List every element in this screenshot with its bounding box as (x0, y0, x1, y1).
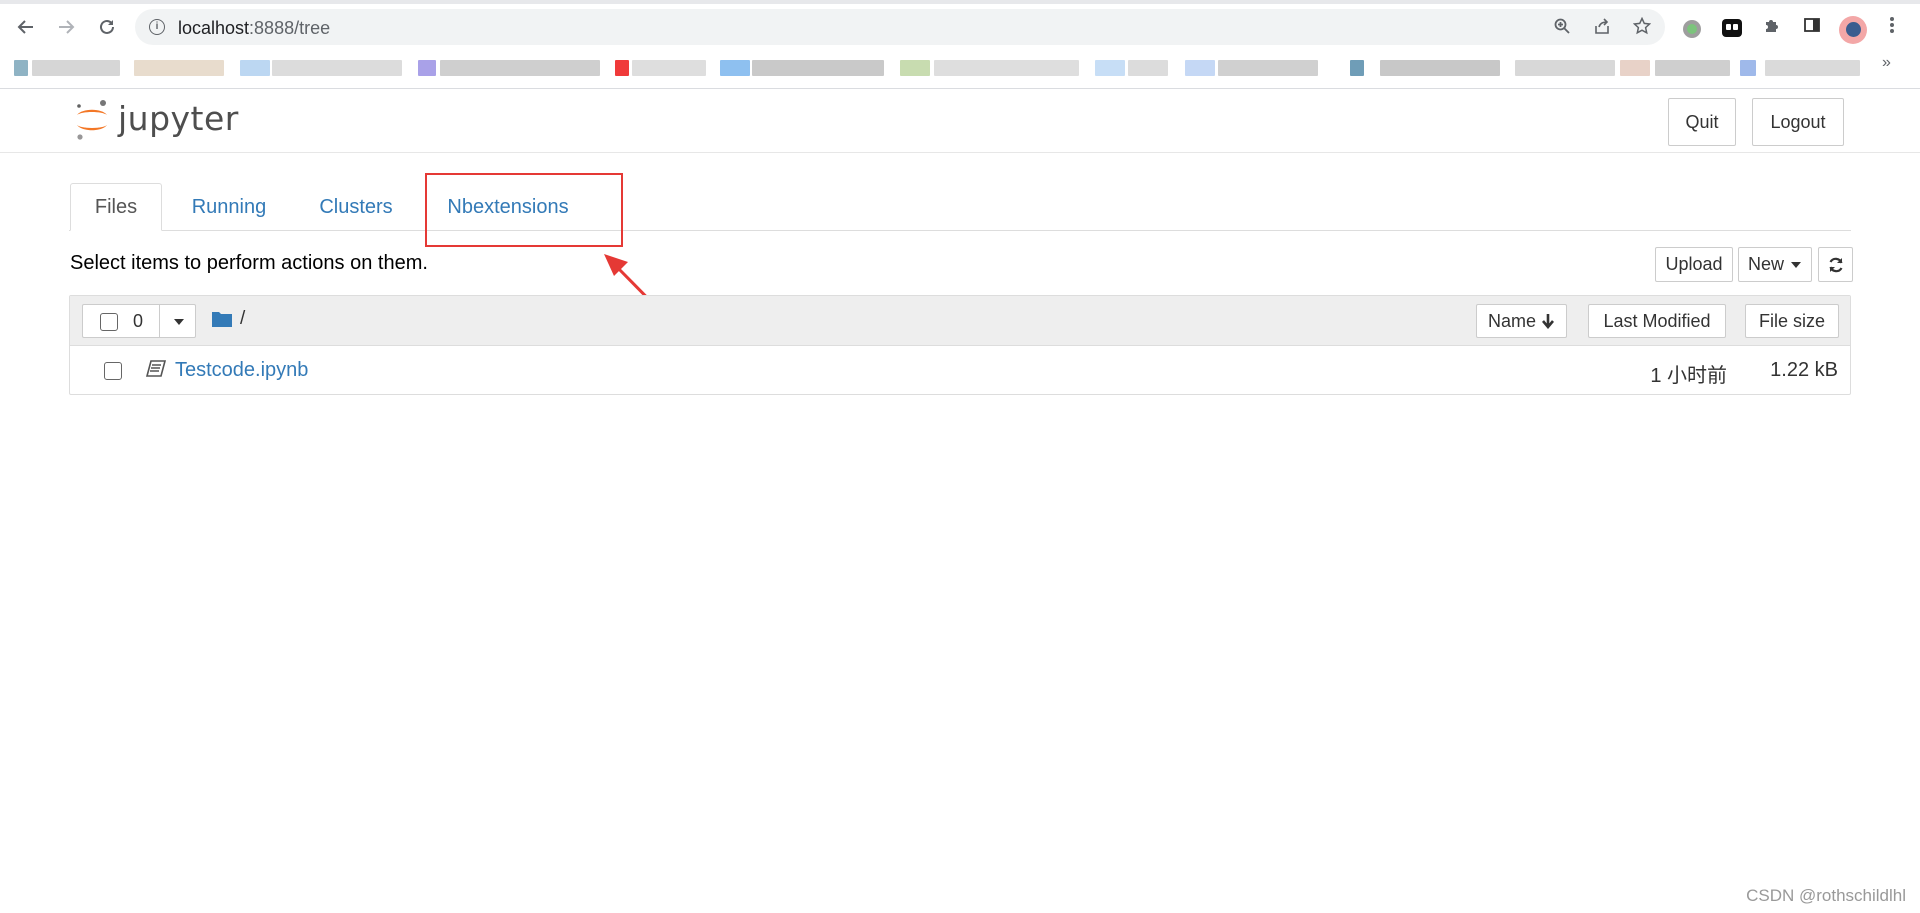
jupyter-logo-icon (77, 100, 107, 140)
arrow-right-icon (59, 20, 75, 34)
bookmark-favicon[interactable] (418, 60, 436, 76)
back-button[interactable] (12, 13, 40, 41)
bookmark-item[interactable] (134, 60, 224, 76)
jupyter-header: jupyter Quit Logout (0, 89, 1920, 153)
quit-button[interactable]: Quit (1668, 98, 1736, 146)
annotation-highlight-box (425, 173, 623, 247)
notebook-icon (145, 360, 167, 383)
bookmark-favicon[interactable] (1095, 60, 1125, 76)
bookmark-item[interactable] (440, 60, 600, 76)
bookmark-item[interactable] (1380, 60, 1500, 76)
bookmark-item[interactable] (632, 60, 706, 76)
bookmark-favicon[interactable] (240, 60, 270, 76)
select-all-checkbox[interactable] (100, 313, 118, 331)
share-icon[interactable] (1591, 17, 1613, 39)
bookmark-favicon[interactable] (1185, 60, 1215, 76)
bookmark-item[interactable] (752, 60, 884, 76)
sort-last-modified-button[interactable]: Last Modified (1588, 304, 1726, 338)
bookmark-item[interactable] (1515, 60, 1615, 76)
jupyter-logo[interactable]: jupyter (74, 97, 239, 143)
bookmark-item[interactable] (1765, 60, 1860, 76)
refresh-button[interactable] (1818, 247, 1853, 282)
side-panel-icon[interactable] (1800, 16, 1824, 40)
select-menu-button[interactable] (160, 305, 197, 338)
file-list-header: 0 / Name Last Modified File size (70, 296, 1850, 346)
arrow-left-icon (17, 20, 33, 34)
bookmark-favicon[interactable] (14, 60, 28, 76)
tab-clusters[interactable]: Clusters (300, 183, 412, 231)
bookmark-item[interactable] (1218, 60, 1318, 76)
upload-button[interactable]: Upload (1655, 247, 1733, 282)
bookmark-item[interactable] (1128, 60, 1168, 76)
zoom-icon[interactable] (1551, 17, 1573, 39)
bookmark-favicon[interactable] (615, 60, 629, 76)
column-name-label: Name (1487, 310, 1536, 331)
sort-name-button[interactable]: Name (1476, 304, 1567, 338)
arrow-down-icon (1542, 314, 1554, 329)
browser-menu-icon[interactable] (1880, 16, 1904, 40)
breadcrumb-root[interactable]: / (240, 308, 245, 330)
select-all-group: 0 (82, 304, 196, 338)
folder-icon[interactable] (212, 310, 232, 332)
bookmark-favicon[interactable] (720, 60, 750, 76)
tab-files[interactable]: Files (70, 183, 162, 231)
logout-button[interactable]: Logout (1752, 98, 1844, 146)
file-name-link[interactable]: Testcode.ipynb (175, 359, 308, 382)
file-last-modified: 1 小时前 (1650, 365, 1727, 387)
caret-down-icon (1791, 261, 1802, 268)
extension-tampermonkey-icon[interactable] (1722, 19, 1742, 37)
file-list: 0 / Name Last Modified File size Testcod… (69, 295, 1851, 395)
url-path: :8888/tree (249, 18, 331, 38)
bookmark-item[interactable] (934, 60, 1079, 76)
extension-green-icon[interactable] (1683, 20, 1701, 38)
row-checkbox[interactable] (104, 362, 122, 380)
bookmark-favicon[interactable] (1350, 60, 1364, 76)
tab-running[interactable]: Running (174, 183, 284, 231)
selection-hint: Select items to perform actions on them. (70, 252, 428, 274)
address-bar[interactable]: i localhost:8888/tree (135, 9, 1665, 45)
forward-button[interactable] (52, 13, 80, 41)
sort-file-size-button[interactable]: File size (1745, 304, 1839, 338)
caret-down-icon (173, 318, 184, 325)
bookmark-favicon[interactable] (1740, 60, 1756, 76)
new-button-label: New (1748, 254, 1785, 274)
reload-icon (100, 19, 114, 34)
new-dropdown-button[interactable]: New (1738, 247, 1812, 282)
bookmark-star-icon[interactable] (1631, 16, 1653, 39)
bookmark-item[interactable] (32, 60, 120, 76)
bookmark-item[interactable] (1655, 60, 1730, 76)
selected-count: 0 (133, 311, 144, 331)
file-size: 1.22 kB (1770, 359, 1838, 381)
jupyter-logo-text: jupyter (118, 98, 239, 138)
bookmark-item[interactable] (272, 60, 402, 76)
bookmarks-overflow-button[interactable]: » (1882, 54, 1891, 72)
bookmark-favicon[interactable] (1620, 60, 1650, 76)
browser-toolbar: i localhost:8888/tree (0, 4, 1920, 50)
reload-button[interactable] (93, 13, 121, 41)
extensions-puzzle-icon[interactable] (1760, 16, 1784, 40)
bookmark-favicon[interactable] (900, 60, 930, 76)
site-info-icon[interactable]: i (149, 19, 165, 35)
bookmarks-bar (0, 52, 1920, 86)
url-host: localhost (178, 18, 250, 38)
refresh-icon (1828, 257, 1843, 272)
profile-avatar[interactable] (1839, 16, 1867, 44)
url-text[interactable]: localhost:8888/tree (178, 18, 330, 39)
watermark: CSDN @rothschildlhl (1746, 886, 1906, 905)
